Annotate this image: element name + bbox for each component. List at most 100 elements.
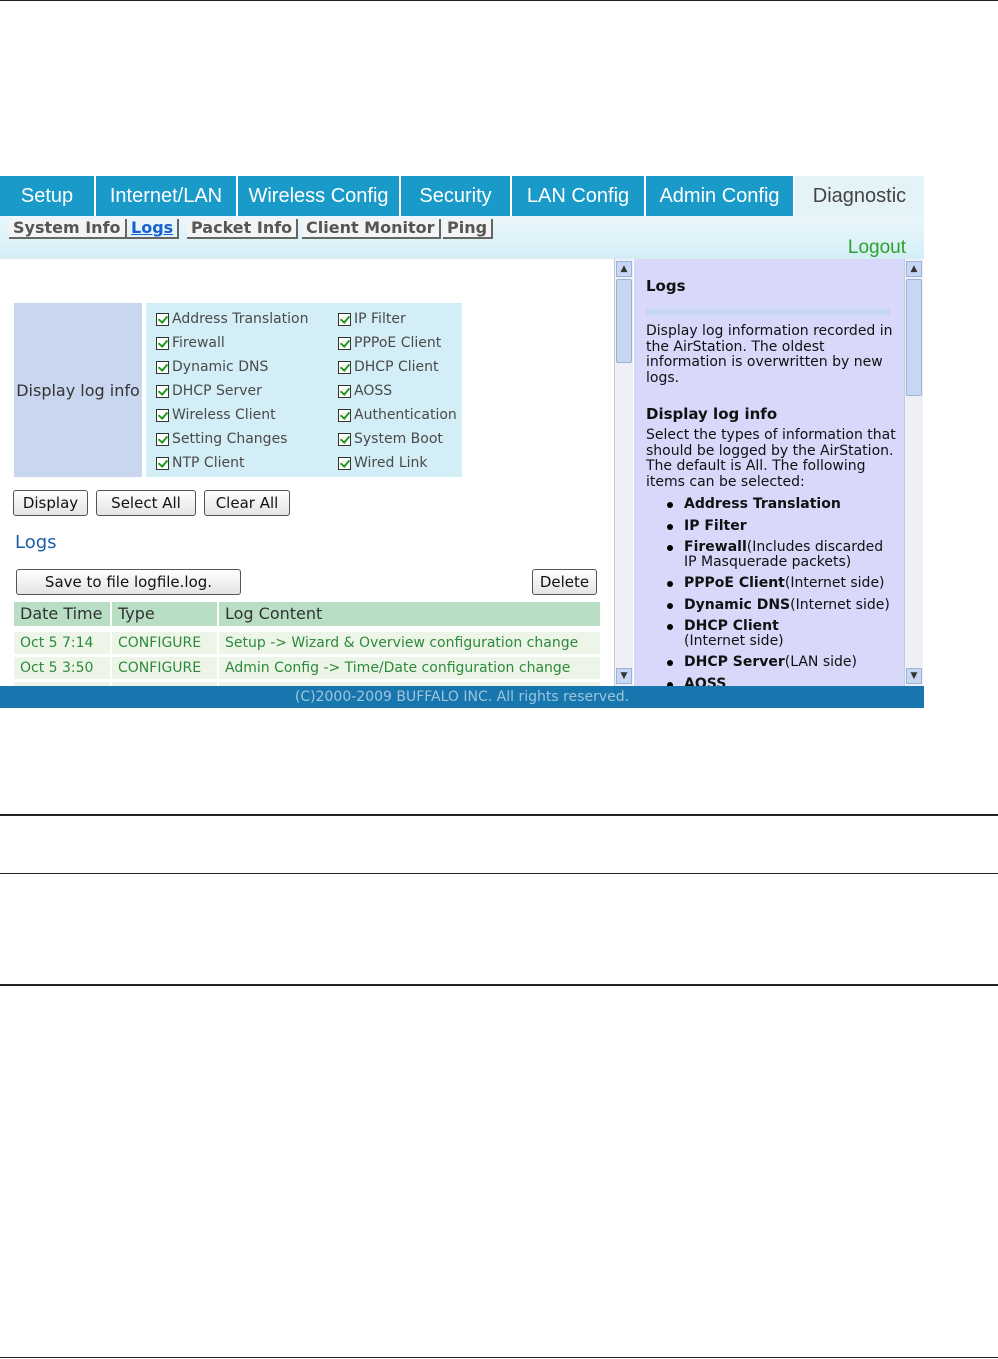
option-ntp-client[interactable]: NTP Client (156, 454, 244, 472)
display-log-info-label: Display log info (14, 303, 142, 477)
table-cell: CONFIGURE (112, 632, 217, 654)
item-name: IP Filter (684, 517, 747, 534)
option-label: Address Translation (172, 311, 309, 327)
item-note: (Internet side) (790, 596, 890, 613)
select-all-button[interactable]: Select All (96, 490, 196, 516)
option-label: DHCP Server (172, 383, 262, 399)
table-cell: Oct 5 7:14 (14, 632, 110, 654)
page-bottom-rule (0, 1357, 998, 1358)
option-wireless-client[interactable]: Wireless Client (156, 406, 276, 424)
list-item: Address Translation (667, 496, 894, 512)
option-wired-link[interactable]: Wired Link (338, 454, 428, 472)
display-button[interactable]: Display (13, 490, 88, 516)
scroll-down-icon[interactable]: ▼ (906, 668, 922, 684)
option-label: IP Filter (354, 311, 406, 327)
list-item: Firewall(Includes discarded IP Masquerad… (667, 540, 894, 569)
column-header-type: Type (112, 602, 217, 626)
logs-settings-pane: Display log info Address Translation IP … (0, 259, 612, 686)
help-section-title: Display log info (646, 405, 778, 423)
option-setting-changes[interactable]: Setting Changes (156, 430, 287, 448)
router-admin-window: Setup Internet/LAN Wireless Config Secur… (0, 176, 924, 708)
option-system-boot[interactable]: System Boot (338, 430, 443, 448)
table-cell: Oct 5 3:50 (14, 657, 110, 679)
tab-internet-lan[interactable]: Internet/LAN (96, 176, 238, 216)
option-label: Firewall (172, 335, 225, 351)
list-item: Dynamic DNS(Internet side) (667, 596, 894, 613)
list-item: PPPoE Client(Internet side) (667, 575, 894, 591)
option-dhcp-server[interactable]: DHCP Server (156, 382, 262, 400)
tab-diagnostic[interactable]: Diagnostic (795, 176, 924, 216)
checkbox-icon[interactable] (338, 456, 351, 470)
logs-heading: Logs (15, 532, 57, 553)
checkbox-icon[interactable] (338, 312, 351, 326)
option-authentication[interactable]: Authentication (338, 406, 457, 424)
subtab-system-info[interactable]: System Info (9, 219, 127, 239)
checkbox-icon[interactable] (338, 336, 351, 350)
save-logfile-button[interactable]: Save to file logfile.log. (16, 569, 241, 595)
help-divider (646, 309, 890, 315)
option-label: System Boot (354, 431, 443, 447)
checkbox-icon[interactable] (338, 360, 351, 374)
checkbox-icon[interactable] (156, 456, 169, 470)
tab-security[interactable]: Security (401, 176, 512, 216)
help-pane: Logs Display log information recorded in… (634, 259, 904, 686)
clear-all-button[interactable]: Clear All (204, 490, 290, 516)
delete-button[interactable]: Delete (532, 569, 597, 595)
subtab-packet-info[interactable]: Packet Info (187, 219, 299, 239)
list-item: IP Filter (667, 517, 894, 534)
checkbox-icon[interactable] (156, 360, 169, 374)
list-item: DHCP Client (Internet side) (667, 619, 894, 648)
page-top-rule (0, 0, 998, 1)
subtab-client-monitor[interactable]: Client Monitor (302, 219, 441, 239)
checkbox-icon[interactable] (156, 384, 169, 398)
scroll-down-icon[interactable]: ▼ (616, 668, 632, 684)
logout-link[interactable]: Logout (848, 237, 906, 259)
help-pane-scrollbar[interactable]: ▲ ▼ (904, 259, 923, 686)
tab-wireless-config[interactable]: Wireless Config (238, 176, 401, 216)
main-tabs: Setup Internet/LAN Wireless Config Secur… (0, 176, 924, 216)
tab-setup[interactable]: Setup (0, 176, 96, 216)
option-address-translation[interactable]: Address Translation (156, 310, 309, 328)
item-note: (Internet side) (784, 575, 885, 591)
option-ip-filter[interactable]: IP Filter (338, 310, 406, 328)
option-aoss[interactable]: AOSS (338, 382, 392, 400)
option-dhcp-client[interactable]: DHCP Client (338, 358, 439, 376)
table-cell: Admin Config -> Time/Date configuration … (219, 657, 600, 679)
checkbox-icon[interactable] (156, 408, 169, 422)
item-note: (LAN side) (784, 654, 857, 670)
copyright-footer: (C)2000-2009 BUFFALO INC. All rights res… (0, 686, 924, 708)
scroll-up-icon[interactable]: ▲ (616, 261, 632, 277)
scroll-thumb[interactable] (906, 279, 922, 396)
option-firewall[interactable]: Firewall (156, 334, 225, 352)
help-title: Logs (646, 277, 686, 295)
left-pane-scrollbar[interactable]: ▲ ▼ (614, 259, 633, 686)
item-name: Address Translation (684, 496, 841, 512)
checkbox-icon[interactable] (156, 432, 169, 446)
checkbox-icon[interactable] (338, 408, 351, 422)
scroll-thumb[interactable] (616, 279, 632, 363)
column-header-date-time: Date Time (14, 602, 110, 626)
scroll-up-icon[interactable]: ▲ (906, 261, 922, 277)
checkbox-icon[interactable] (338, 432, 351, 446)
option-label: DHCP Client (354, 359, 439, 375)
section-rule (0, 984, 998, 986)
tab-lan-config[interactable]: LAN Config (512, 176, 646, 216)
item-name: Dynamic DNS (684, 596, 791, 613)
tab-admin-config[interactable]: Admin Config (646, 176, 795, 216)
item-name: PPPoE Client (684, 575, 785, 591)
subtab-logs[interactable]: Logs (127, 219, 180, 239)
list-item: AOSS (667, 676, 894, 686)
subtab-ping[interactable]: Ping (443, 219, 494, 239)
checkbox-icon[interactable] (156, 312, 169, 326)
option-label: Setting Changes (172, 431, 288, 447)
checkbox-icon[interactable] (338, 384, 351, 398)
option-label: Wireless Client (172, 407, 276, 423)
option-label: NTP Client (172, 455, 245, 471)
checkbox-icon[interactable] (156, 336, 169, 350)
option-dynamic-dns[interactable]: Dynamic DNS (156, 358, 268, 376)
item-name: DHCP Server (684, 654, 785, 670)
sub-navigation: System Info Logs Packet Info Client Moni… (0, 216, 924, 259)
help-section-text: Select the types of information that sho… (646, 427, 896, 490)
option-pppoe-client[interactable]: PPPoE Client (338, 334, 441, 352)
option-label: Authentication (354, 407, 457, 423)
